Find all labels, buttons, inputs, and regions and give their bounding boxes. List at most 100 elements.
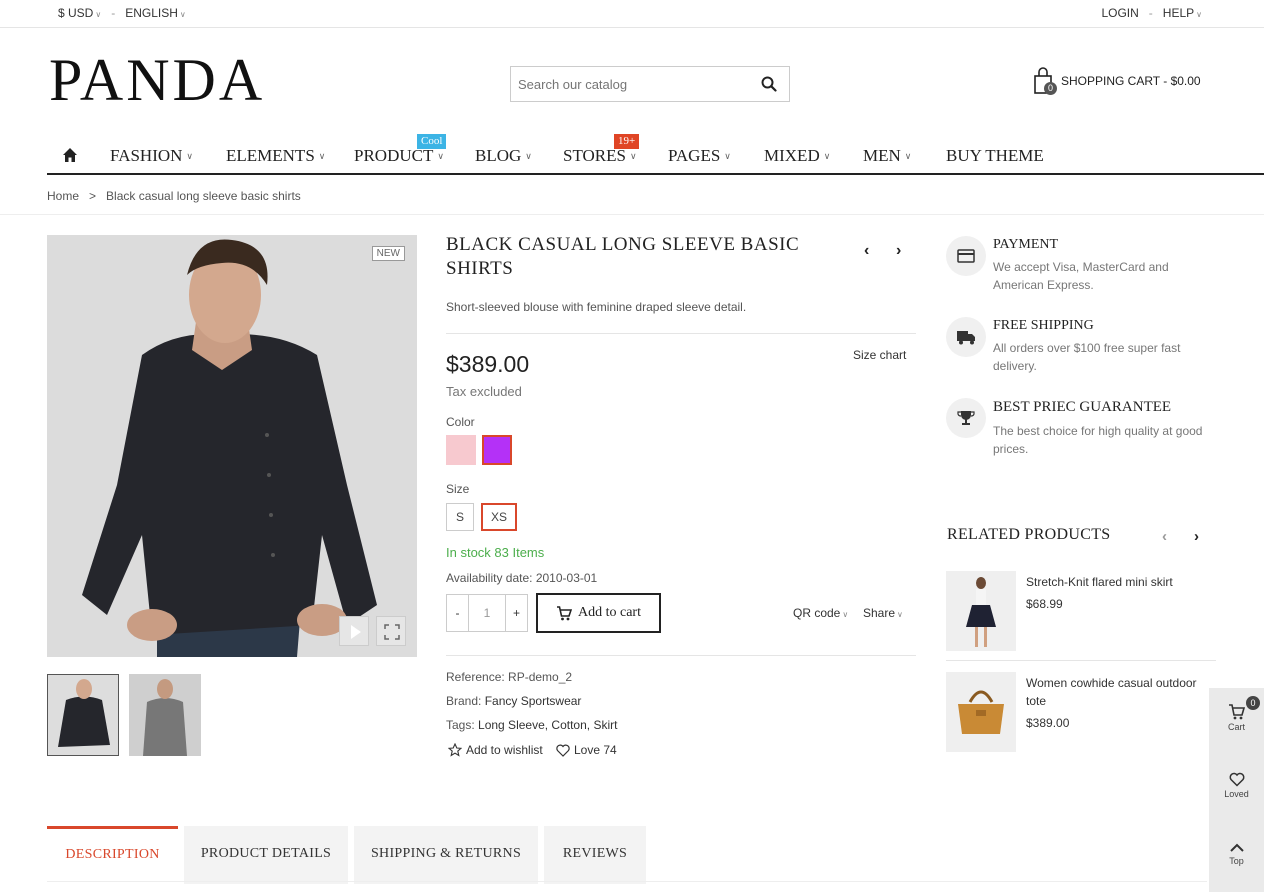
tab-description[interactable]: DESCRIPTION (47, 826, 178, 884)
chevron-down-icon: ∨ (842, 610, 849, 619)
add-to-wishlist-link[interactable]: Add to wishlist (448, 743, 543, 757)
breadcrumb-current: Black casual long sleeve basic shirts (106, 189, 301, 203)
cart-icon (557, 605, 572, 620)
shopping-cart-link[interactable]: 0 SHOPPING CART - $0.00 (1033, 67, 1201, 95)
size-label: Size (446, 482, 470, 496)
related-product-item[interactable]: Stretch-Knit flared mini skirt $68.99 (946, 571, 1216, 661)
reference-label: Reference: (446, 670, 505, 684)
stock-status: In stock 83 Items (446, 545, 545, 560)
nav-item-elements[interactable]: ELEMENTS ∨ (226, 146, 325, 166)
nav-label: MIXED (764, 146, 820, 165)
brand-link[interactable]: Fancy Sportswear (485, 694, 582, 708)
feature-desc: All orders over $100 free super fast del… (993, 341, 1181, 373)
size-option-xs[interactable]: XS (481, 503, 517, 531)
chevron-down-icon: ∨ (823, 151, 831, 161)
credit-card-icon (946, 236, 986, 276)
nav-item-blog[interactable]: BLOG ∨ (475, 146, 532, 166)
search-icon[interactable] (761, 76, 777, 92)
play-icon (351, 625, 361, 639)
home-icon[interactable] (62, 147, 78, 163)
nav-label: ELEMENTS (226, 146, 315, 165)
color-swatch-purple[interactable] (482, 435, 512, 465)
nav-item-product[interactable]: PRODUCT ∨ (354, 146, 444, 166)
nav-item-pages[interactable]: PAGES ∨ (668, 146, 731, 166)
shopping-bag-icon: 0 (1033, 67, 1057, 95)
nav-item-mixed[interactable]: MIXED ∨ (764, 146, 830, 166)
divider (446, 655, 916, 656)
related-product-name[interactable]: Stretch-Knit flared mini skirt (1026, 573, 1211, 591)
thumbnail-1[interactable] (47, 674, 119, 756)
login-link[interactable]: LOGIN (1101, 6, 1138, 20)
sticky-cart-label: Cart (1227, 722, 1245, 732)
brand-label: Brand: (446, 694, 482, 708)
love-button[interactable]: Love 74 (556, 743, 617, 757)
share-label: Share (863, 606, 896, 620)
related-product-name[interactable]: Women cowhide casual outdoor tote (1026, 674, 1211, 710)
search-input[interactable] (511, 67, 741, 101)
qty-decrease-button[interactable]: - (447, 595, 469, 631)
nav-item-men[interactable]: MEN ∨ (863, 146, 911, 166)
related-products-title: RELATED PRODUCTS (947, 526, 1111, 543)
help-menu[interactable]: HELP ∨ (1163, 6, 1202, 20)
shirt-model-image (47, 235, 417, 657)
next-product-arrow[interactable]: › (896, 242, 901, 260)
qr-code-label: QR code (793, 606, 841, 620)
star-icon (448, 743, 462, 757)
logo[interactable]: PANDA (49, 50, 265, 110)
thumbnail-2[interactable] (129, 674, 201, 756)
related-prev-arrow[interactable]: ‹ (1162, 528, 1167, 545)
related-product-item[interactable]: Women cowhide casual outdoor tote $389.0… (946, 672, 1216, 754)
size-chart-link[interactable]: Size chart (853, 348, 906, 362)
product-main-image[interactable]: NEW (47, 235, 417, 657)
tab-product-details[interactable]: PRODUCT DETAILS (184, 826, 348, 884)
breadcrumb-bar: Home > Black casual long sleeve basic sh… (0, 175, 1264, 215)
chevron-down-icon: ∨ (904, 151, 912, 161)
wishlist-label: Add to wishlist (466, 743, 543, 757)
back-to-top-button[interactable]: Top (1209, 842, 1264, 866)
nav-item-fashion[interactable]: FASHION ∨ (110, 146, 193, 166)
chevron-down-icon: ∨ (630, 151, 637, 161)
top-bar: $ USD ∨ - ENGLISH ∨ LOGIN - HELP ∨ (0, 0, 1264, 28)
qty-increase-button[interactable]: + (505, 595, 527, 631)
language-selector[interactable]: ENGLISH ∨ (125, 6, 186, 20)
divider (446, 333, 916, 334)
related-product-image[interactable] (946, 672, 1016, 752)
help-label: HELP (1162, 6, 1195, 20)
chevron-down-icon: ∨ (437, 151, 444, 161)
size-option-s[interactable]: S (446, 503, 474, 531)
nav-item-stores[interactable]: STORES ∨ (563, 146, 637, 166)
quantity-stepper: - 1 + (446, 594, 528, 632)
qr-code-dropdown[interactable]: QR code ∨ (793, 606, 848, 620)
related-next-arrow[interactable]: › (1194, 528, 1199, 545)
separator: - (1148, 6, 1153, 20)
tab-reviews[interactable]: REVIEWS (544, 826, 646, 884)
fullscreen-button[interactable] (376, 616, 406, 646)
breadcrumb-home[interactable]: Home (47, 189, 79, 203)
chevron-down-icon: ∨ (186, 151, 194, 161)
add-to-cart-button[interactable]: Add to cart (536, 593, 661, 633)
product-short-description: Short-sleeved blouse with feminine drape… (446, 300, 747, 314)
sticky-loved-label: Loved (1224, 789, 1249, 799)
separator: - (111, 6, 116, 20)
color-swatch-pink[interactable] (446, 435, 476, 465)
related-product-image[interactable] (946, 571, 1016, 651)
tab-shipping-returns[interactable]: SHIPPING & RETURNS (354, 826, 538, 884)
tags-links[interactable]: Long Sleeve, Cotton, Skirt (478, 718, 617, 732)
share-dropdown[interactable]: Share ∨ (863, 606, 903, 620)
chevron-down-icon: ∨ (179, 10, 186, 19)
feature-desc: We accept Visa, MasterCard and American … (993, 260, 1169, 292)
nav-label: MEN (863, 146, 901, 165)
play-video-button[interactable] (339, 616, 369, 646)
heart-icon (1229, 772, 1244, 787)
currency-selector[interactable]: $ USD ∨ (58, 6, 101, 20)
chevron-down-icon: ∨ (318, 151, 326, 161)
main-nav: FASHION ∨ ELEMENTS ∨ PRODUCT ∨ Cool BLOG ∨ S… (47, 134, 1264, 175)
nav-label: BLOG (475, 146, 522, 165)
nav-item-buy-theme[interactable]: BUY THEME (946, 146, 1044, 166)
prev-product-arrow[interactable]: ‹ (864, 242, 869, 260)
expand-icon (384, 624, 400, 640)
add-to-cart-label: Add to cart (578, 605, 641, 620)
chevron-down-icon: ∨ (95, 10, 102, 19)
qty-input[interactable]: 1 (469, 595, 505, 631)
sticky-loved-button[interactable]: Loved (1209, 772, 1264, 799)
